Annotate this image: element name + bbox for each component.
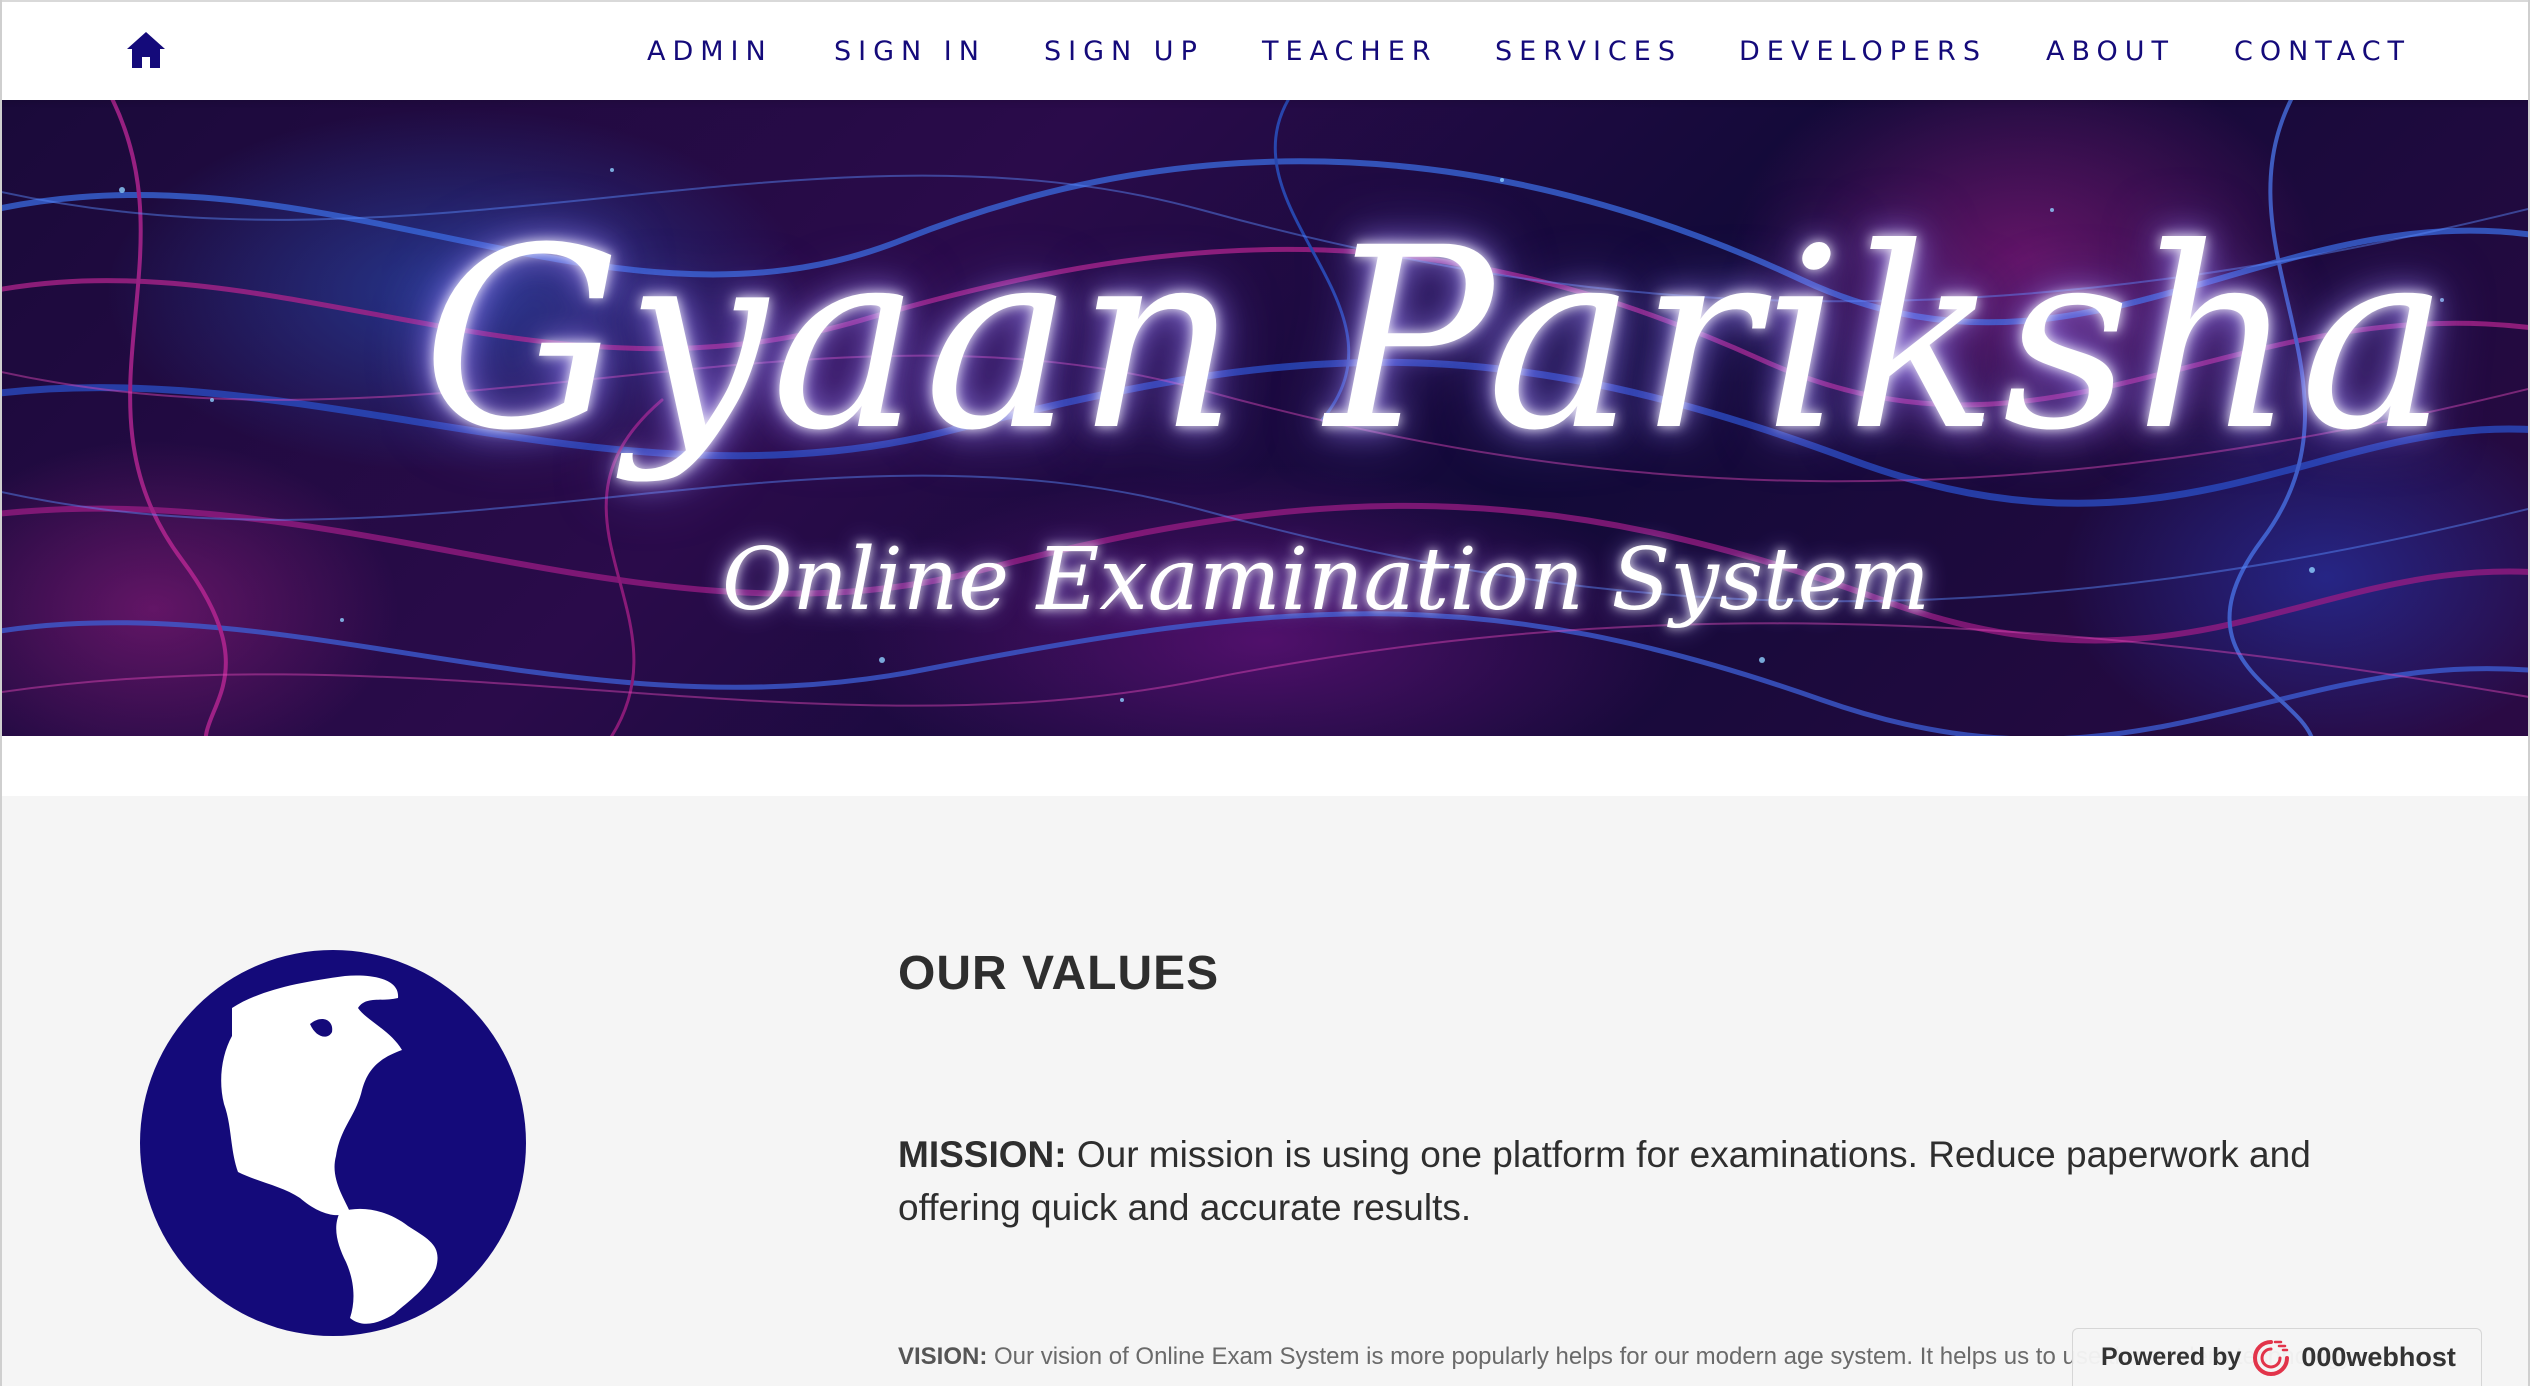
nav-teacher[interactable]: TEACHER xyxy=(1262,35,1438,69)
nav-sign-in[interactable]: SIGN IN xyxy=(834,35,986,69)
hero-title: Gyaan Pariksha xyxy=(422,194,2453,485)
mission-label: MISSION: xyxy=(898,1134,1067,1175)
values-heading: OUR VALUES xyxy=(898,947,1220,1000)
navbar: ADMIN SIGN IN SIGN UP TEACHER SERVICES D… xyxy=(0,0,2530,100)
nav-admin[interactable]: ADMIN xyxy=(647,35,773,69)
window-frame-left xyxy=(0,0,2,1386)
badge-powered-by: Powered by xyxy=(2101,1343,2242,1371)
nav-contact[interactable]: CONTACT xyxy=(2234,35,2411,69)
globe-americas-icon xyxy=(140,950,526,1336)
nav-sign-up[interactable]: SIGN UP xyxy=(1044,35,1204,69)
nav-about[interactable]: ABOUT xyxy=(2046,35,2175,69)
nav-developers[interactable]: DEVELOPERS xyxy=(1739,35,1987,69)
badge-brand: 000webhost xyxy=(2301,1342,2456,1372)
webhost-logo-icon xyxy=(2253,1339,2290,1376)
vision-label: VISION: xyxy=(898,1343,988,1370)
powered-by-badge[interactable]: Powered by 000webhost xyxy=(2072,1328,2482,1386)
hero-subtitle: Online Examination System xyxy=(722,530,1930,630)
hero-banner: Gyaan Pariksha Online Examination System xyxy=(2,100,2528,736)
mission-text: Our mission is using one platform for ex… xyxy=(898,1134,2311,1228)
nav-links: ADMIN SIGN IN SIGN UP TEACHER SERVICES D… xyxy=(2,2,2528,102)
values-section: OUR VALUES MISSION: Our mission is using… xyxy=(2,796,2528,1386)
mission-paragraph: MISSION: Our mission is using one platfo… xyxy=(898,1128,2368,1234)
nav-services[interactable]: SERVICES xyxy=(1495,35,1682,69)
